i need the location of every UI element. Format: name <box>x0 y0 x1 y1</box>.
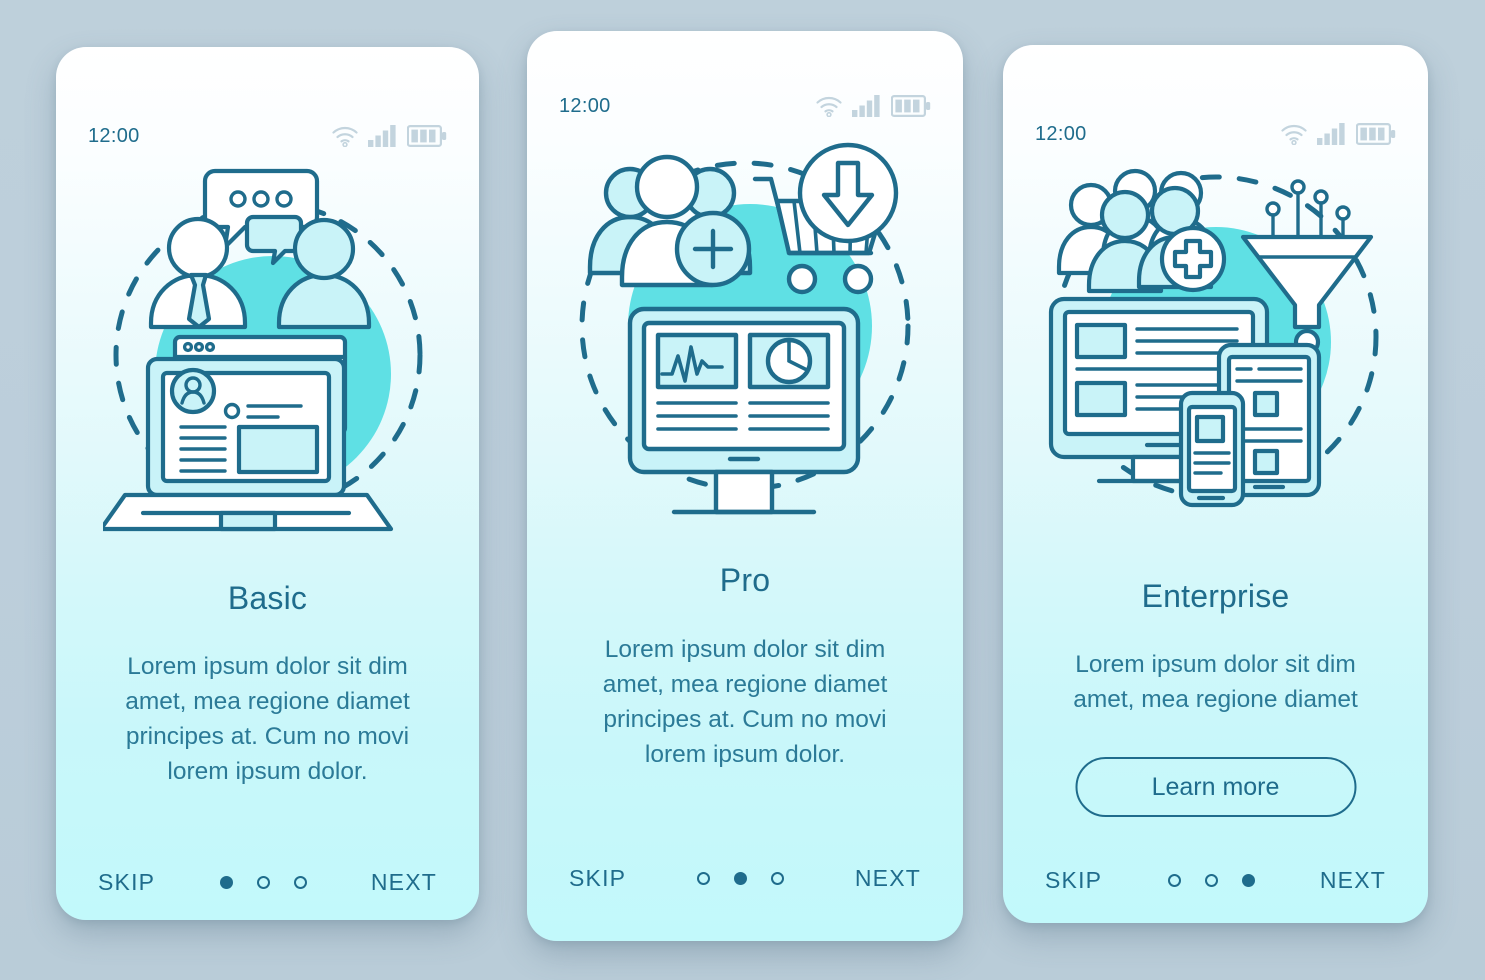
screen-title: Pro <box>719 562 771 598</box>
bottom-navigation: SKIP NEXT <box>56 867 479 897</box>
screen-title: Enterprise <box>1141 578 1290 614</box>
wifi-icon <box>331 125 359 147</box>
screen-description: Lorem ipsum dolor sit dim amet, mea regi… <box>1073 651 1358 713</box>
page-dot-1[interactable] <box>697 871 711 885</box>
status-bar: 12:00 <box>1003 121 1428 147</box>
screen-title: Basic <box>227 580 308 616</box>
skip-button[interactable]: SKIP <box>98 869 155 896</box>
page-dot-1[interactable] <box>1167 873 1181 887</box>
status-bar: 12:00 <box>527 93 963 119</box>
page-dot-3[interactable] <box>1241 873 1255 887</box>
phone-screen-basic: 12:00 Basic Lorem ipsum dolor sit dim am… <box>56 47 479 920</box>
next-button[interactable]: NEXT <box>371 869 437 896</box>
screen-description: Lorem ipsum dolor sit dim amet, mea regi… <box>125 653 410 785</box>
page-indicator-dots <box>1167 873 1255 887</box>
battery-icon <box>891 95 931 117</box>
page-dot-3[interactable] <box>771 871 785 885</box>
page-indicator-dots <box>219 875 307 889</box>
screen-description: Lorem ipsum dolor sit dim amet, mea regi… <box>602 636 888 768</box>
phone-screen-pro: 12:00 Pro Lorem ipsum dolor sit dim amet… <box>527 31 963 941</box>
onboarding-screens-stage: 12:00 Basic Lorem ipsum dolor sit dim am… <box>0 0 1485 980</box>
page-dot-3[interactable] <box>293 875 307 889</box>
illustration-enterprise: .s3{fill:none;stroke:#1f6c8c;stroke-widt… <box>1041 157 1391 537</box>
illustration-basic: .st{fill:none;stroke:#1f6c8c;stroke-widt… <box>102 159 433 539</box>
learn-more-button[interactable]: Learn more <box>1075 757 1356 817</box>
status-bar: 12:00 <box>56 123 479 149</box>
signal-icon <box>852 95 882 117</box>
page-dot-2[interactable] <box>734 871 748 885</box>
status-bar-icons <box>815 95 931 117</box>
status-bar-clock: 12:00 <box>1035 122 1087 145</box>
illustration-pro: .s2{fill:none;stroke:#1f6c8c;stroke-widt… <box>570 131 920 521</box>
next-button[interactable]: NEXT <box>1320 867 1386 894</box>
status-bar-clock: 12:00 <box>559 94 611 117</box>
wifi-icon <box>815 95 843 117</box>
page-indicator-dots <box>697 871 785 885</box>
signal-icon <box>368 125 398 147</box>
status-bar-icons <box>331 125 447 147</box>
page-dot-2[interactable] <box>256 875 270 889</box>
battery-icon <box>1356 123 1396 145</box>
page-dot-1[interactable] <box>219 875 233 889</box>
bottom-navigation: SKIP NEXT <box>527 863 963 893</box>
skip-button[interactable]: SKIP <box>569 865 626 892</box>
next-button[interactable]: NEXT <box>855 865 921 892</box>
page-dot-2[interactable] <box>1204 873 1218 887</box>
status-bar-icons <box>1280 123 1396 145</box>
skip-button[interactable]: SKIP <box>1045 867 1102 894</box>
phone-screen-enterprise: 12:00 Enterprise Lorem ipsum dolor sit d… <box>1003 45 1428 923</box>
wifi-icon <box>1280 123 1308 145</box>
signal-icon <box>1317 123 1347 145</box>
status-bar-clock: 12:00 <box>88 124 140 147</box>
bottom-navigation: SKIP NEXT <box>1003 865 1428 895</box>
battery-icon <box>407 125 447 147</box>
